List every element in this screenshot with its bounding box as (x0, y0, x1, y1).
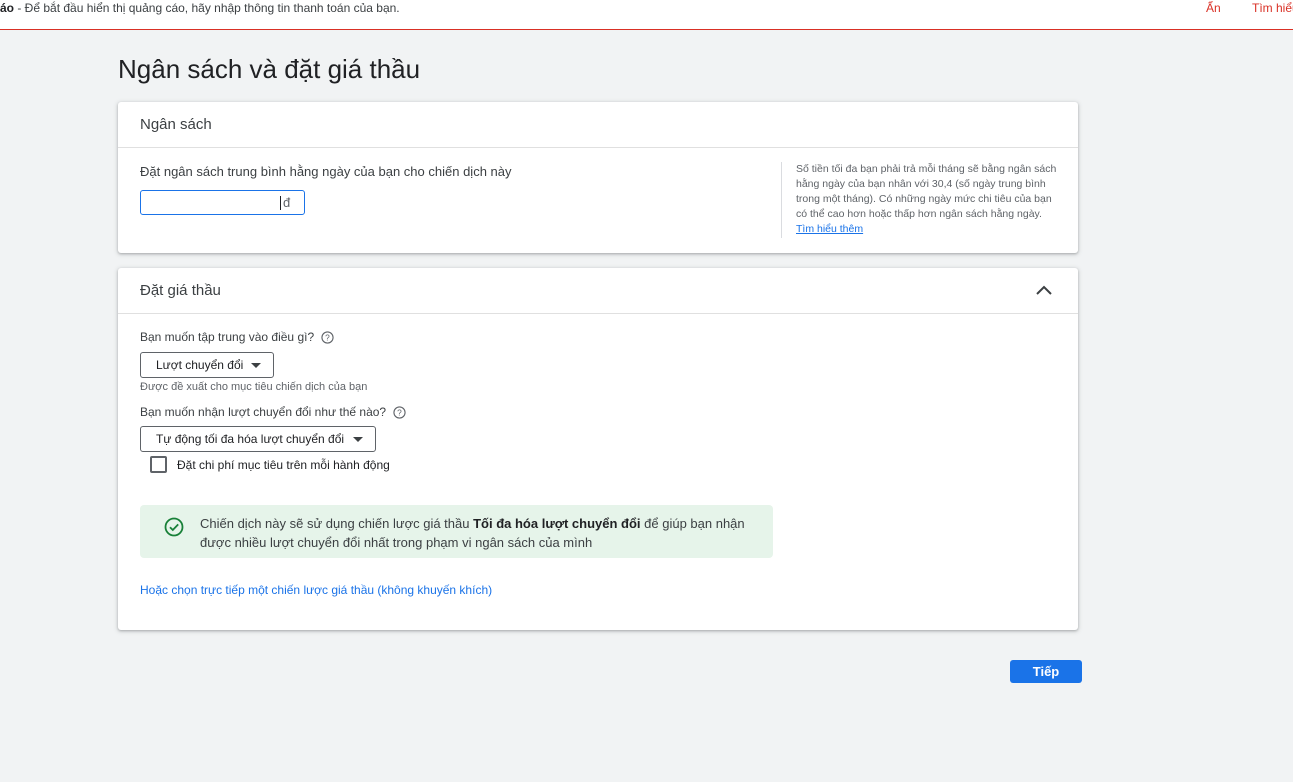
focus-question: Bạn muốn tập trung vào điều gì? ? (140, 330, 334, 344)
text-cursor (280, 196, 281, 210)
banner-hide-link[interactable]: Ẩn (1206, 1, 1221, 15)
budget-card: Ngân sách Đặt ngân sách trung bình hằng … (118, 102, 1078, 253)
budget-info-panel: Số tiền tối đa bạn phải trả mỗi tháng sẽ… (781, 162, 1061, 238)
dropdown-arrow-icon (353, 437, 363, 442)
budget-info-text: Số tiền tối đa bạn phải trả mỗi tháng sẽ… (796, 163, 1057, 220)
budget-learn-more-link[interactable]: Tìm hiểu thêm (796, 223, 863, 235)
next-button[interactable]: Tiếp (1010, 660, 1082, 683)
budget-card-title: Ngân sách (140, 116, 212, 133)
conversion-strategy-dropdown[interactable]: Tự động tối đa hóa lượt chuyển đổi (140, 426, 376, 452)
focus-question-label: Bạn muốn tập trung vào điều gì? (140, 330, 315, 344)
check-circle-icon (164, 517, 184, 537)
notice-strategy: Tối đa hóa lượt chuyển đổi (473, 516, 641, 531)
how-question-label: Bạn muốn nhận lượt chuyển đổi như thế nà… (140, 405, 387, 419)
banner-prefix: áo (0, 1, 15, 15)
help-icon[interactable]: ? (393, 405, 406, 419)
banner-text: - Để bắt đầu hiển thị quảng cáo, hãy nhậ… (14, 1, 400, 15)
target-cost-label[interactable]: Đặt chi phí mục tiêu trên mỗi hành động (177, 458, 390, 472)
how-question: Bạn muốn nhận lượt chuyển đổi như thế nà… (140, 405, 406, 419)
chevron-up-icon[interactable] (1032, 279, 1056, 303)
svg-text:?: ? (397, 407, 402, 417)
bidding-card-title: Đặt giá thầu (140, 282, 221, 299)
focus-dropdown[interactable]: Lượt chuyển đổi (140, 352, 274, 378)
choose-bid-strategy-link[interactable]: Hoặc chọn trực tiếp một chiến lược giá t… (140, 583, 492, 597)
bidding-card-header[interactable]: Đặt giá thầu (118, 268, 1078, 314)
target-cost-option[interactable]: Đặt chi phí mục tiêu trên mỗi hành động (150, 456, 390, 473)
daily-budget-input[interactable] (141, 191, 279, 214)
focus-dropdown-value: Lượt chuyển đổi (156, 358, 244, 372)
budget-input-field[interactable]: đ (140, 190, 305, 215)
currency-symbol: đ (283, 195, 291, 210)
budget-card-header: Ngân sách (118, 102, 1078, 148)
billing-banner: áo - Để bắt đầu hiển thị quảng cáo, hãy … (0, 0, 1293, 30)
help-icon[interactable]: ? (321, 330, 334, 344)
dropdown-arrow-icon (251, 363, 261, 368)
strategy-notice-text: Chiến dịch này sẽ sử dụng chiến lược giá… (200, 514, 760, 552)
strategy-notice: Chiến dịch này sẽ sử dụng chiến lược giá… (140, 505, 773, 558)
target-cost-checkbox[interactable] (150, 456, 167, 473)
banner-learn-more-link[interactable]: Tìm hiểu thêm (1252, 1, 1293, 15)
budget-label: Đặt ngân sách trung bình hằng ngày của b… (140, 164, 512, 179)
banner-message: áo - Để bắt đầu hiển thị quảng cáo, hãy … (0, 1, 400, 15)
conversion-strategy-value: Tự động tối đa hóa lượt chuyển đổi (156, 432, 345, 446)
notice-prefix: Chiến dịch này sẽ sử dụng chiến lược giá… (200, 516, 474, 531)
page-title: Ngân sách và đặt giá thầu (118, 54, 421, 84)
bidding-card: Đặt giá thầu Bạn muốn tập trung vào điều… (118, 268, 1078, 630)
svg-text:?: ? (325, 332, 330, 342)
focus-hint: Được đề xuất cho mục tiêu chiến dịch của… (140, 381, 368, 393)
